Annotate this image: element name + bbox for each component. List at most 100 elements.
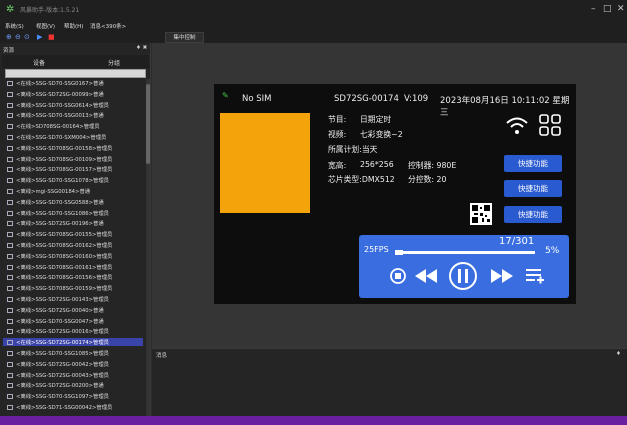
menu-view[interactable]: 视图(V)	[36, 22, 55, 30]
device-label: <离线>SSG-SD708SG-00157>管理员	[16, 167, 113, 174]
tab-devices[interactable]: 设备	[33, 58, 45, 67]
device-list-item[interactable]: <离线>SSG-SD708SG-00158>管理员	[3, 144, 143, 152]
device-icon	[7, 243, 13, 248]
device-list-item[interactable]: <离线>SSG-SD708SG-00160>管理员	[3, 252, 143, 260]
device-list-item[interactable]: <离线>SSG-SD72SG-00099>普通	[3, 90, 143, 98]
device-list-item[interactable]: <离线>SSG-SD72SG-00016>管理员	[3, 327, 143, 335]
device-list-item[interactable]: <在线>SSG-SD72SG-00174>管理员	[3, 338, 143, 347]
device-icon	[7, 318, 13, 324]
device-list-item[interactable]: <离线>SSG-SD708SG-00156>管理员	[3, 273, 143, 281]
minimize-button[interactable]: –	[591, 4, 596, 14]
device-list-item[interactable]: <离线>SSG-SD70-SSG0047>普通	[3, 317, 143, 325]
device-list-item[interactable]: <离线>SSG-SD72SG-00040>普通	[3, 306, 143, 314]
progress-fill	[395, 250, 403, 255]
device-icon	[7, 91, 13, 97]
tab-central-control[interactable]: 集中控制	[165, 32, 204, 43]
device-filter-input[interactable]	[5, 69, 146, 78]
device-list-item[interactable]: <在线>SSG-SD70-SXM004>管理员	[3, 133, 143, 141]
device-list-item[interactable]: <离线>SSG-SD70-SSG1085>管理员	[3, 349, 143, 357]
playlist-icon[interactable]	[525, 267, 545, 285]
device-list-item[interactable]: <离线>SSG-SD70-SSG0614>管理员	[3, 101, 143, 109]
zoom-in-icon[interactable]: ⊕	[6, 33, 12, 41]
maximize-button[interactable]: □	[603, 4, 612, 14]
device-list-item[interactable]: <离线>SSG-SD70-SSG0588>普通	[3, 198, 143, 206]
device-icon	[7, 102, 13, 108]
device-list-item[interactable]: <离线>SSG-SD72SG-00196>普通	[3, 219, 143, 227]
video-value: 七彩变换~2	[360, 130, 403, 139]
device-icon	[7, 286, 13, 292]
device-icon	[7, 135, 13, 140]
menu-help[interactable]: 帮助(H)	[64, 22, 83, 30]
rewind-button[interactable]	[415, 269, 437, 283]
device-label: <离线>SSG-SD72SG-00143>管理员	[16, 297, 109, 303]
resource-panel: 资源 ♦ ✖ 设备 分组 <在线>SSG-SD70-SSG0167>普通 <离线>…	[0, 43, 151, 416]
device-list-item[interactable]: <离线>SSG-SD72SG-00143>管理员	[3, 295, 143, 303]
device-label: <离线>SSG-SD71-SSG00042>管理员	[16, 405, 113, 411]
device-list-item[interactable]: <离线>SSG-SD708SG-00157>管理员	[3, 165, 143, 173]
menu-messages[interactable]: 消息<390条>	[90, 22, 126, 30]
progress-track[interactable]	[395, 250, 535, 255]
device-label: <离线>SSG-SD708SG-00156>管理员	[16, 275, 113, 282]
device-list-item[interactable]: <离线>SSG-SD708SG-00155>管理员	[3, 230, 143, 238]
device-list-item[interactable]: <离线>SSG-SD70-SSG1097>管理员	[3, 392, 143, 400]
resource-panel-title: 资源	[3, 48, 15, 54]
device-list-scrollbar[interactable]	[146, 79, 150, 416]
device-list-item[interactable]: <离线>SSG-SD70-SSG1078>管理员	[3, 176, 143, 184]
fast-forward-button[interactable]	[491, 269, 513, 283]
scroll-thumb[interactable]	[146, 84, 150, 164]
device-list-item[interactable]: <在线>SD708SG-00164>管理员	[3, 122, 143, 130]
pause-button[interactable]	[448, 261, 478, 291]
device-icon	[7, 264, 13, 270]
device-label: <在线>SSG-SD70-SSG0167>普通	[16, 81, 104, 87]
app-grid-icon[interactable]	[538, 113, 562, 137]
program-label: 节目:	[328, 115, 347, 124]
stop-icon[interactable]: ■	[48, 33, 55, 41]
tab-groups[interactable]: 分组	[108, 58, 120, 67]
edit-pencil-icon[interactable]: ✎	[222, 91, 229, 100]
device-list-item[interactable]: <离线>SSG-SD70-SSG1086>管理员	[3, 209, 143, 217]
device-label: <离线>SSG-SD70-SSG1097>管理员	[16, 394, 109, 401]
device-list-item[interactable]: <离线>SSG-SD72SG-00042>管理员	[3, 360, 143, 368]
device-list-item[interactable]: <在线>SSG-SD70-SSG0167>普通	[3, 79, 143, 87]
device-list-item[interactable]: <离线>SSG-SD72SG-00200>普通	[3, 381, 143, 389]
device-icon	[7, 297, 13, 302]
device-icon	[7, 199, 13, 205]
play-icon[interactable]: ▶	[37, 33, 42, 41]
program-preview	[220, 113, 310, 213]
zoom-reset-icon[interactable]: ⊙	[24, 33, 30, 41]
device-list-item[interactable]: <离线>SSG-SD708SG-00109>管理员	[3, 155, 143, 163]
quick-function-button[interactable]: 快捷功能	[504, 206, 562, 223]
zoom-out-icon[interactable]: ⊖	[15, 33, 21, 41]
device-label: <在线>SSG-SD72SG-00174>管理员	[16, 340, 109, 347]
video-label: 视频:	[328, 130, 347, 139]
close-button[interactable]: ✕	[617, 4, 625, 14]
device-list-item[interactable]: <离线>SSG-SD708SG-00162>管理员	[3, 241, 143, 249]
device-icon	[7, 124, 13, 130]
device-list-item[interactable]: <离线>SSG-SD708SG-00161>管理员	[3, 263, 143, 271]
device-list-item[interactable]: <离线>SSG-SD71-SSG00042>管理员	[3, 403, 143, 411]
quick-function-button[interactable]: 快捷功能	[504, 180, 562, 197]
device-icon	[7, 189, 13, 194]
device-label: <离线>SSG-SD72SG-00196>普通	[16, 221, 104, 228]
device-list-item[interactable]: <离线>mgi-SSG00184>普通	[3, 187, 143, 195]
device-list-item[interactable]: <离线>SSG-SD72SG-00043>管理员	[3, 371, 143, 379]
device-list-item[interactable]: <离线>SSG-SD70-SSG0013>普通	[3, 111, 143, 119]
fps-readout: 25FPS	[364, 245, 389, 254]
panel-pin-close-icon[interactable]: ♦ ✖	[136, 45, 147, 51]
device-label: <离线>SSG-SD72SG-00043>管理员	[16, 372, 109, 379]
device-version: V:109	[404, 94, 429, 104]
message-panel-pin-icon[interactable]: ♦	[616, 351, 621, 357]
device-icon	[7, 145, 13, 151]
device-monitor: ✎ No SIM SD72SG-00174 V:109 2023年08月16日 …	[214, 84, 576, 304]
quick-function-button[interactable]: 快捷功能	[504, 155, 562, 172]
menu-system[interactable]: 系统(S)	[5, 22, 24, 30]
device-list-item[interactable]: <离线>SSG-SD708SG-00159>管理员	[3, 284, 143, 292]
qr-code-icon[interactable]	[470, 203, 492, 225]
split-count: 分控数: 20	[408, 175, 447, 184]
program-value: 日期定时	[360, 115, 392, 124]
device-label: <离线>SSG-SD72SG-00099>普通	[16, 91, 104, 98]
stop-button[interactable]	[389, 267, 407, 285]
device-icon	[7, 210, 13, 216]
device-label: <离线>SSG-SD72SG-00042>管理员	[16, 361, 109, 368]
device-id: SD72SG-00174	[334, 94, 399, 104]
